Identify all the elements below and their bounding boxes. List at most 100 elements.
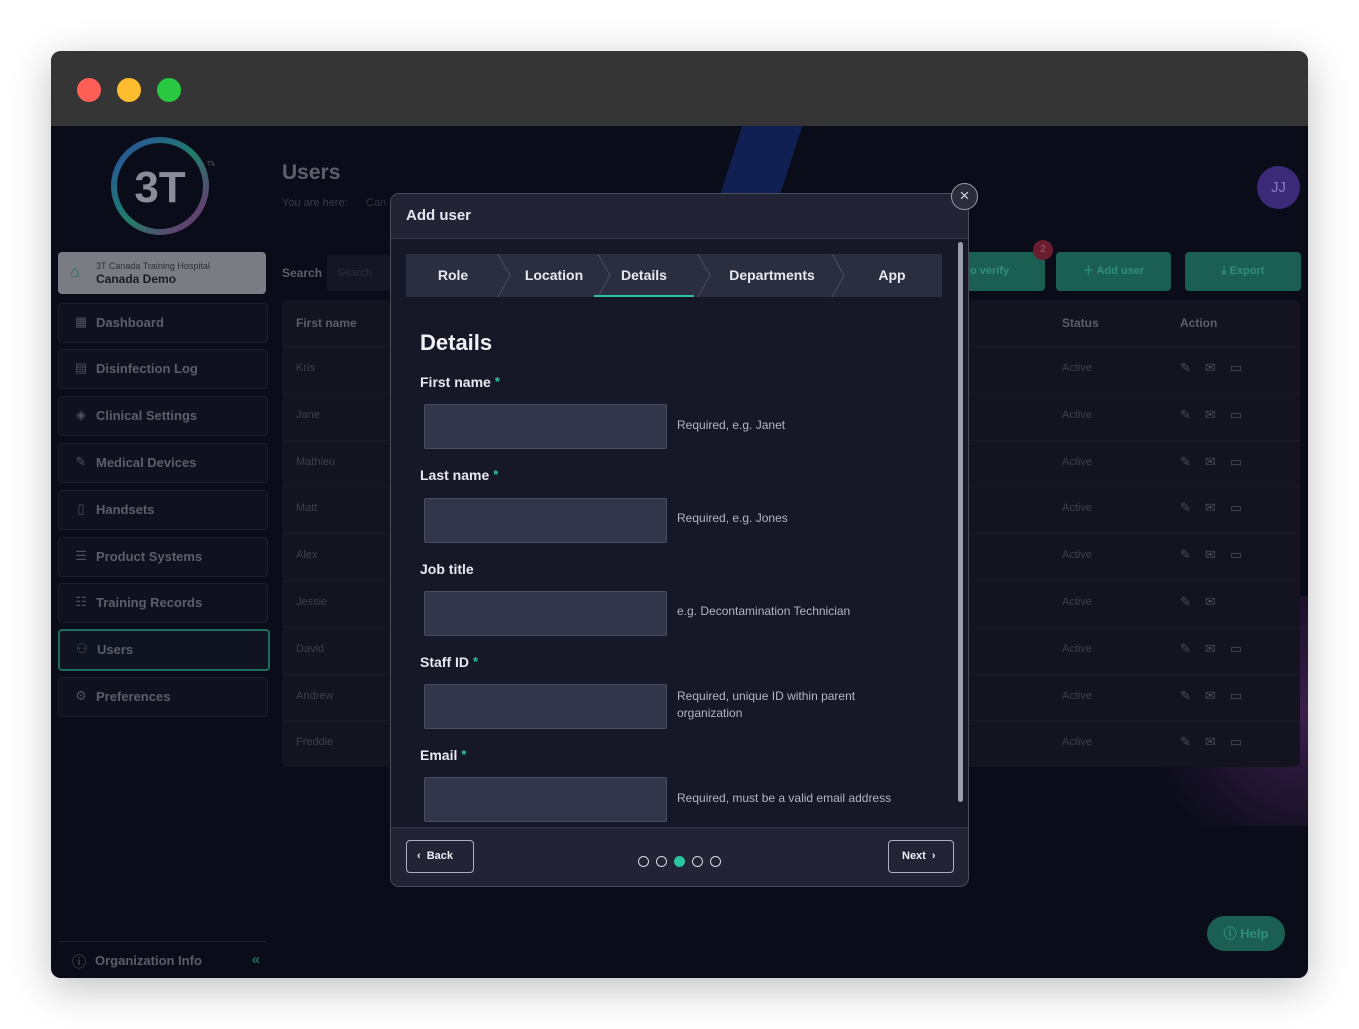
row-actions[interactable]: ✎✉▭ [1180, 641, 1256, 657]
edit-icon[interactable]: ✎ [1180, 454, 1205, 469]
download-icon: ⤓ [1221, 265, 1230, 277]
sidebar: 3T TM ⌂ 3T Canada Training Hospital Cana… [51, 126, 281, 978]
chevron-left-icon: ‹ [417, 850, 421, 862]
field-label-text: First name [420, 374, 491, 390]
collapse-sidebar-icon[interactable]: « [252, 951, 260, 968]
row-actions[interactable]: ✎✉▭ [1180, 734, 1256, 750]
edit-icon[interactable]: ✎ [1180, 500, 1205, 515]
organization-info-link[interactable]: ⓘ Organization Info « [58, 941, 266, 978]
staff-id-field[interactable] [424, 684, 667, 729]
last-name-field[interactable] [424, 498, 667, 543]
tab-details[interactable]: Details [594, 254, 694, 297]
sidebar-item-users[interactable]: ⚇ Users [58, 629, 270, 671]
edit-icon[interactable]: ✎ [1180, 688, 1205, 703]
required-marker: * [493, 467, 499, 482]
mail-icon[interactable]: ✉ [1205, 454, 1230, 469]
verify-button[interactable]: o verify [966, 252, 1045, 291]
help-button[interactable]: ⓘ Help [1207, 916, 1285, 951]
tab-app[interactable]: App [846, 254, 938, 297]
mail-icon[interactable]: ✉ [1205, 641, 1230, 656]
grid-icon: ▦ [74, 314, 88, 329]
add-user-button[interactable]: ＋ Add user [1056, 252, 1171, 291]
edit-icon[interactable]: ✎ [1180, 641, 1205, 656]
field-label-text: Email [420, 747, 458, 763]
mail-icon[interactable]: ✉ [1205, 688, 1230, 703]
cell-first-name: Matt [296, 502, 318, 514]
edit-icon[interactable]: ✎ [1180, 734, 1205, 749]
sidebar-item-label: Clinical Settings [96, 408, 198, 423]
archive-icon[interactable]: ▭ [1230, 641, 1256, 656]
add-user-label: Add user [1096, 265, 1145, 277]
edit-icon[interactable]: ✎ [1180, 360, 1205, 375]
edit-icon[interactable]: ✎ [1180, 594, 1205, 609]
staff-id-label: Staff ID * [420, 654, 478, 670]
archive-icon[interactable]: ▭ [1230, 547, 1256, 562]
required-marker: * [473, 654, 479, 669]
export-button[interactable]: ⤓ Export [1185, 252, 1301, 291]
archive-icon[interactable]: ▭ [1230, 734, 1256, 749]
archive-icon[interactable]: ▭ [1230, 688, 1256, 703]
edit-icon[interactable]: ✎ [1180, 407, 1205, 422]
job-title-field[interactable] [424, 591, 667, 636]
column-header-action: Action [1180, 316, 1218, 330]
sidebar-item-disinfection-log[interactable]: ▤ Disinfection Log [58, 349, 268, 389]
mail-icon[interactable]: ✉ [1205, 407, 1230, 422]
organization-parent-name: 3T Canada Training Hospital [96, 261, 210, 271]
sidebar-item-preferences[interactable]: ⚙ Preferences [58, 677, 268, 717]
modal-scrollbar[interactable] [958, 242, 963, 802]
minimize-window-dot[interactable] [117, 78, 141, 102]
back-button-label: Back [426, 850, 454, 862]
sidebar-item-training-records[interactable]: ☷ Training Records [58, 583, 268, 623]
tab-role[interactable]: Role [406, 254, 500, 297]
cell-first-name: Alex [296, 549, 318, 561]
email-field[interactable] [424, 777, 667, 822]
edit-icon[interactable]: ✎ [1180, 547, 1205, 562]
mail-icon[interactable]: ✉ [1205, 547, 1230, 562]
tab-location[interactable]: Location [510, 254, 598, 297]
close-modal-button[interactable]: × [951, 183, 978, 210]
row-actions[interactable]: ✎✉▭ [1180, 500, 1256, 516]
first-name-field[interactable] [424, 404, 667, 449]
background-glow [719, 126, 803, 196]
organization-selector[interactable]: ⌂ 3T Canada Training Hospital Canada Dem… [58, 252, 266, 294]
column-header-status[interactable]: Status [1062, 316, 1099, 330]
field-label-text: Staff ID [420, 654, 469, 670]
archive-icon[interactable]: ▭ [1230, 500, 1256, 515]
mail-icon[interactable]: ✉ [1205, 500, 1230, 515]
sidebar-item-product-systems[interactable]: ☰ Product Systems [58, 537, 268, 577]
row-actions[interactable]: ✎✉▭ [1180, 454, 1256, 470]
checklist-icon: ☷ [75, 594, 87, 609]
cell-status: Active [1062, 456, 1092, 468]
row-actions[interactable]: ✎✉▭ [1180, 547, 1256, 563]
breadcrumb-label: You are here: [282, 197, 348, 209]
notification-badge: 2 [1033, 240, 1053, 260]
archive-icon[interactable]: ▭ [1230, 454, 1256, 469]
mail-icon[interactable]: ✉ [1205, 360, 1230, 375]
staff-id-hint: Required, unique ID within parent organi… [677, 689, 856, 720]
back-button[interactable]: ‹ Back [406, 840, 474, 873]
next-button[interactable]: Next › [888, 840, 954, 873]
tab-departments[interactable]: Departments [710, 254, 834, 297]
email-label: Email * [420, 747, 466, 763]
row-actions[interactable]: ✎✉▭ [1180, 360, 1256, 376]
breadcrumb[interactable]: Can [366, 197, 386, 209]
export-label: Export [1229, 265, 1265, 277]
sidebar-item-handsets[interactable]: ▯ Handsets [58, 490, 268, 530]
mail-icon[interactable]: ✉ [1205, 594, 1230, 609]
mail-icon[interactable]: ✉ [1205, 734, 1230, 749]
archive-icon[interactable]: ▭ [1230, 360, 1256, 375]
sidebar-item-clinical-settings[interactable]: ◈ Clinical Settings [58, 396, 268, 436]
sidebar-item-dashboard[interactable]: ▦ Dashboard [58, 303, 268, 343]
row-actions[interactable]: ✎✉▭ [1180, 688, 1256, 704]
column-header-first-name[interactable]: First name [296, 316, 357, 330]
sidebar-item-medical-devices[interactable]: ✎ Medical Devices [58, 443, 268, 483]
row-actions[interactable]: ✎✉▭ [1180, 407, 1256, 423]
row-actions[interactable]: ✎✉ [1180, 594, 1230, 610]
avatar[interactable]: JJ [1257, 166, 1300, 209]
zoom-window-dot[interactable] [157, 78, 181, 102]
first-name-hint: Required, e.g. Janet [677, 418, 786, 432]
archive-icon[interactable]: ▭ [1230, 407, 1256, 422]
step-dot [656, 856, 667, 867]
close-window-dot[interactable] [77, 78, 101, 102]
sidebar-item-label: Dashboard [96, 315, 164, 330]
